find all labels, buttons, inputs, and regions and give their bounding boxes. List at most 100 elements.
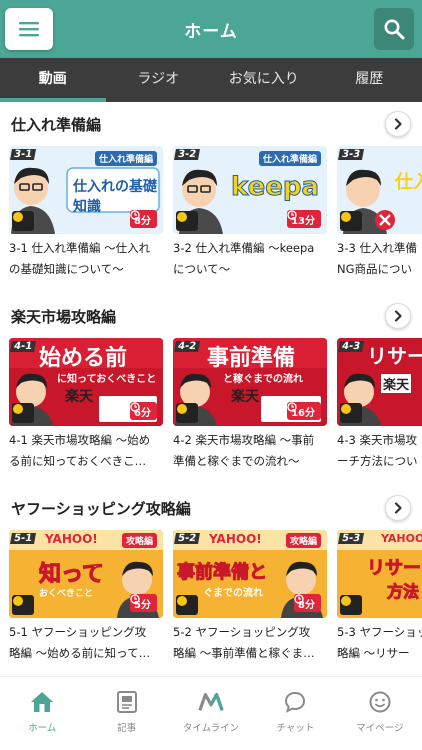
video-card[interactable]: 4-1 始める前 に知っておくべきこと 楽天 6分 4-1 楽天市場攻略編 ～始… <box>9 338 163 478</box>
section-more-button[interactable] <box>385 111 411 137</box>
chevron-right-icon <box>394 310 402 322</box>
nav-mypage[interactable]: マイページ <box>338 677 422 750</box>
lock-badge <box>12 595 34 615</box>
article-icon <box>116 691 137 713</box>
lock-icon <box>341 404 351 414</box>
thumbnail-tag: 仕入れ準備編 <box>258 151 321 166</box>
nav-label: チャット <box>276 723 315 734</box>
video-title: 3-3 仕入れ準備 NG商品につい <box>337 238 422 282</box>
video-card[interactable]: 5-2 YAHOO! 攻略編 事前準備と ぐまでの流れ 8分 5-2 ヤフーショ… <box>173 530 327 670</box>
timeline-logo-icon <box>198 692 224 711</box>
lock-icon <box>341 596 351 606</box>
video-thumbnail: 4-1 始める前 に知っておくべきこと 楽天 6分 <box>9 338 163 426</box>
thumbnail-subline: 方法 <box>386 582 420 602</box>
lock-icon <box>13 212 23 222</box>
home-icon <box>31 692 54 712</box>
rakuten-logo: 楽天 <box>231 389 259 405</box>
video-title: 5-3 ヤフーショッ 略編 ～リサー <box>337 622 422 666</box>
video-title-line1: 4-3 楽天市場攻 <box>337 433 417 447</box>
lock-badge <box>176 595 198 615</box>
episode-number: 3-2 <box>174 149 201 160</box>
nav-articles[interactable]: 記事 <box>84 677 168 750</box>
lock-badge <box>176 403 198 423</box>
duration-badge: 6分 <box>130 402 157 420</box>
tab-bar: 動画 ラジオ お気に入り 履歴 <box>0 58 422 102</box>
lock-badge <box>340 211 362 231</box>
nav-label: マイページ <box>356 723 404 734</box>
episode-number: 5-2 <box>174 533 201 544</box>
tab-radio[interactable]: ラジオ <box>106 58 212 102</box>
tab-favorites[interactable]: お気に入り <box>211 58 317 102</box>
nav-label: 記事 <box>117 723 137 734</box>
section-more-button[interactable] <box>385 303 411 329</box>
video-card[interactable]: 3-2 仕入れ準備編 keepa 13分 3-2 仕入れ準備編 ～keepa に… <box>173 146 327 286</box>
video-title-line2: 略編 ～始める前に知って… <box>9 646 151 660</box>
thumbnail-headline: リサー <box>367 558 422 580</box>
lock-badge <box>12 211 34 231</box>
duration-badge: 8分 <box>294 594 321 612</box>
video-title-line2: の基礎知識について～ <box>9 262 124 276</box>
section-title: 楽天市場攻略編 <box>11 308 117 326</box>
thumbnail-subline: ぐまでの流れ <box>203 588 263 599</box>
video-title-line2: 準備と稼ぐまでの流れ～ <box>173 454 300 468</box>
video-thumbnail: 4-2 事前準備 と稼ぐまでの流れ 楽天 16分 <box>173 338 327 426</box>
section-rakuten: 楽天市場攻略編 4-1 始める前 に知っておくべきこと 楽天 6分 4-1 楽天… <box>0 294 422 484</box>
lock-badge <box>176 211 198 231</box>
card-row: 4-1 始める前 に知っておくべきこと 楽天 6分 4-1 楽天市場攻略編 ～始… <box>9 338 422 478</box>
video-thumbnail: 5-2 YAHOO! 攻略編 事前準備と ぐまでの流れ 8分 <box>173 530 327 618</box>
video-title-line2: 略編 ～リサー <box>337 646 410 660</box>
episode-number: 5-3 <box>338 533 365 544</box>
video-title: 4-1 楽天市場攻略編 ～始め る前に知っておくべきこ… <box>9 430 163 474</box>
video-title-line1: 3-1 仕入れ準備編 ～仕入れ <box>9 241 151 255</box>
lock-icon <box>177 212 187 222</box>
video-thumbnail: 3-1 仕入れ準備編 仕入れの基礎知識 8分 <box>9 146 163 234</box>
episode-number: 5-1 <box>10 533 37 544</box>
video-card[interactable]: 5-3 YAHOO! リサー 方法 5-3 ヤフーショッ 略編 ～リサー <box>337 530 422 670</box>
video-card[interactable]: 4-3 リサー 楽天 4-3 楽天市場攻 ーチ方法につい <box>337 338 422 478</box>
video-title-line1: 5-1 ヤフーショッピング攻 <box>9 625 147 639</box>
lock-icon <box>13 596 23 606</box>
tab-video[interactable]: 動画 <box>0 58 106 102</box>
duration-badge: 8分 <box>130 210 157 228</box>
nav-label: タイムライン <box>182 723 240 734</box>
video-title-line1: 4-2 楽天市場攻略編 ～事前 <box>173 433 315 447</box>
clock-icon <box>130 402 140 412</box>
app-header: ホーム <box>0 0 422 58</box>
bottom-navigation: ホーム 記事 タイムライン チャット マイページ <box>0 676 422 750</box>
clock-icon <box>287 402 297 412</box>
nav-chat[interactable]: チャット <box>253 677 337 750</box>
video-thumbnail: 3-3 仕入 <box>337 146 422 234</box>
thumbnail-headline: keepa <box>230 172 320 203</box>
video-title: 3-1 仕入れ準備編 ～仕入れ の基礎知識について～ <box>9 238 163 282</box>
search-button[interactable] <box>374 8 414 50</box>
video-title-line1: 4-1 楽天市場攻略編 ～始め <box>9 433 151 447</box>
video-card[interactable]: 5-1 YAHOO! 攻略編 知って おくべきこと 5分 5-1 ヤフーショッピ… <box>9 530 163 670</box>
tab-history[interactable]: 履歴 <box>317 58 422 102</box>
video-card[interactable]: 3-1 仕入れ準備編 仕入れの基礎知識 8分 3-1 仕入れ準備編 ～仕入れ の… <box>9 146 163 286</box>
video-card[interactable]: 4-2 事前準備 と稼ぐまでの流れ 楽天 16分 4-2 楽天市場攻略編 ～事前… <box>173 338 327 478</box>
lock-badge <box>12 403 34 423</box>
video-title-line2: について～ <box>173 262 231 276</box>
lock-badge <box>340 403 362 423</box>
video-thumbnail: 4-3 リサー 楽天 <box>337 338 422 426</box>
section-more-button[interactable] <box>385 495 411 521</box>
thumbnail-tag: 仕入れ準備編 <box>94 151 157 166</box>
thumbnail-headline: 仕入 <box>395 172 422 193</box>
nav-home[interactable]: ホーム <box>0 677 84 750</box>
video-card[interactable]: 3-3 仕入 3-3 仕入れ準備 NG商品につい <box>337 146 422 286</box>
nav-timeline[interactable]: タイムライン <box>169 677 253 750</box>
thumbnail-tag: 攻略編 <box>121 533 157 548</box>
video-thumbnail: 5-3 YAHOO! リサー 方法 <box>337 530 422 618</box>
video-title-line2: ーチ方法につい <box>337 454 418 468</box>
video-title-line1: 3-2 仕入れ準備編 ～keepa <box>173 241 315 255</box>
video-thumbnail: 5-1 YAHOO! 攻略編 知って おくべきこと 5分 <box>9 530 163 618</box>
duration-badge: 13分 <box>287 210 321 228</box>
video-thumbnail: 3-2 仕入れ準備編 keepa 13分 <box>173 146 327 234</box>
section-shiire-junbi: 仕入れ準備編 3-1 仕入れ準備編 仕入れの基礎知識 8分 3-1 仕入れ準備編… <box>0 102 422 292</box>
video-title-line2: 略編 ～事前準備と稼ぐま… <box>173 646 315 660</box>
episode-number: 4-3 <box>338 341 365 352</box>
thumbnail-headline: 始める前 <box>39 346 128 371</box>
clock-icon <box>130 210 140 220</box>
lock-icon <box>177 596 187 606</box>
yahoo-logo: YAHOO! <box>209 532 262 546</box>
